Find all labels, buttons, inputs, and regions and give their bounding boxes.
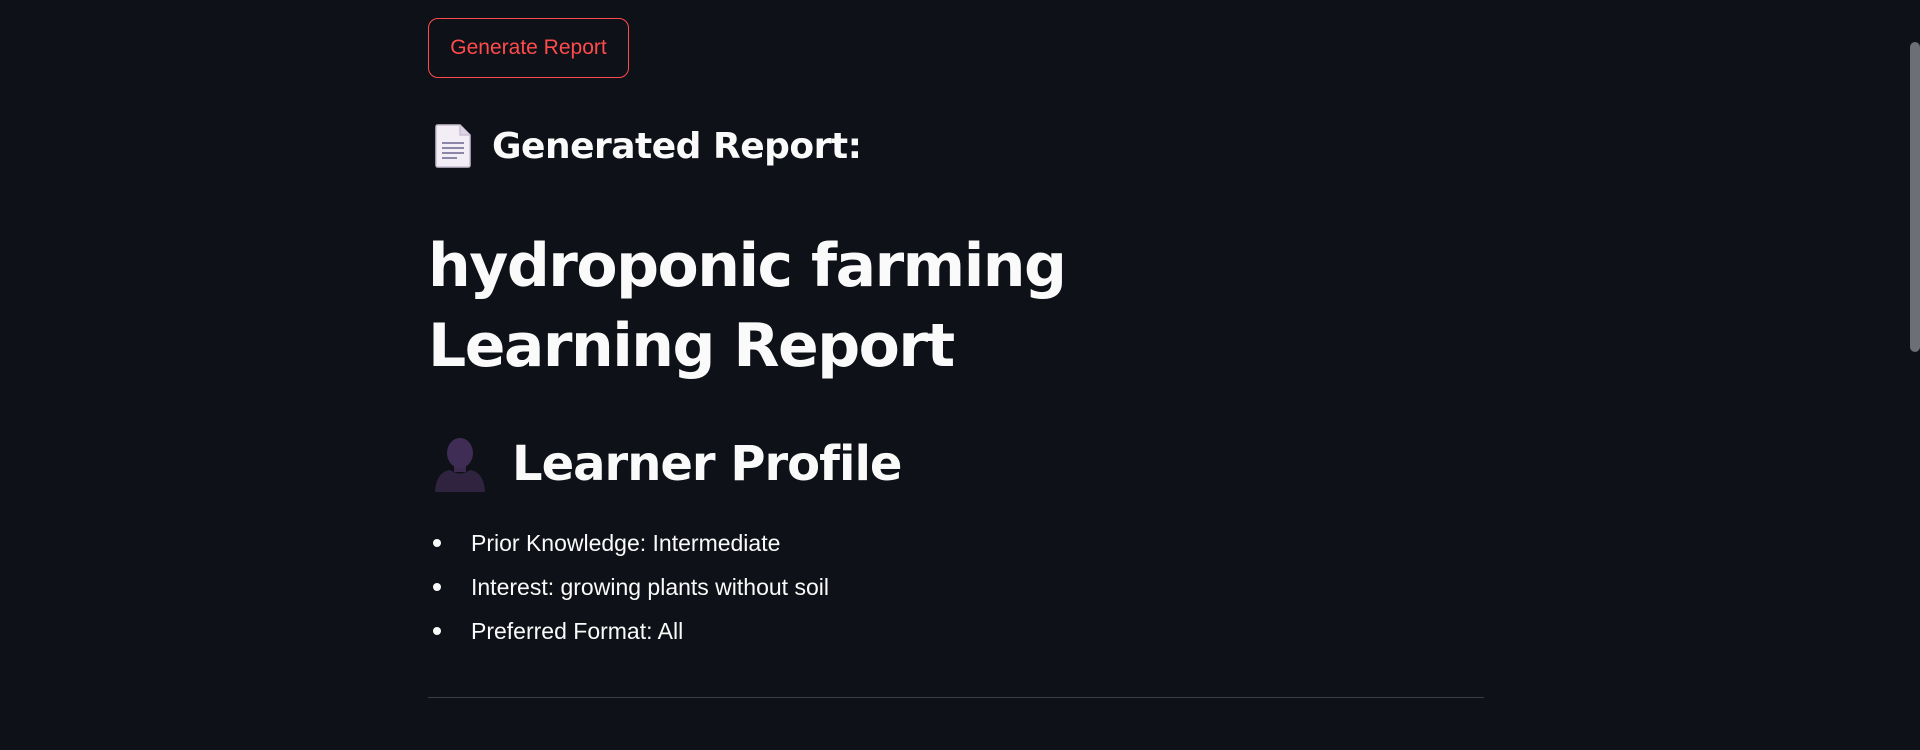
bullet-icon bbox=[433, 583, 441, 591]
list-item-label: Prior Knowledge: Intermediate bbox=[471, 530, 781, 556]
list-item-label: Preferred Format: All bbox=[471, 618, 684, 644]
learner-profile-heading: Learner Profile bbox=[432, 430, 902, 498]
list-item: Prior Knowledge: Intermediate bbox=[428, 521, 829, 565]
report-title: hydroponic farming Learning Report bbox=[428, 231, 1067, 381]
app-page: Generate Report Generated Report: hydrop… bbox=[0, 0, 1920, 750]
learner-profile-list: Prior Knowledge: Intermediate Interest: … bbox=[428, 521, 829, 653]
generated-report-label: Generated Report: bbox=[492, 125, 862, 167]
section-divider bbox=[428, 697, 1484, 698]
bullet-icon bbox=[433, 627, 441, 635]
bullet-icon bbox=[433, 539, 441, 547]
learner-profile-title: Learner Profile bbox=[512, 436, 902, 492]
list-item-label: Interest: growing plants without soil bbox=[471, 574, 829, 600]
generated-report-heading: Generated Report: bbox=[434, 118, 862, 174]
page-facing-up-icon bbox=[435, 124, 471, 168]
generate-report-button[interactable]: Generate Report bbox=[428, 18, 629, 78]
list-item: Preferred Format: All bbox=[428, 609, 829, 653]
list-item: Interest: growing plants without soil bbox=[428, 565, 829, 609]
vertical-scrollbar-thumb[interactable] bbox=[1910, 42, 1920, 352]
bust-in-silhouette-icon bbox=[435, 438, 485, 492]
